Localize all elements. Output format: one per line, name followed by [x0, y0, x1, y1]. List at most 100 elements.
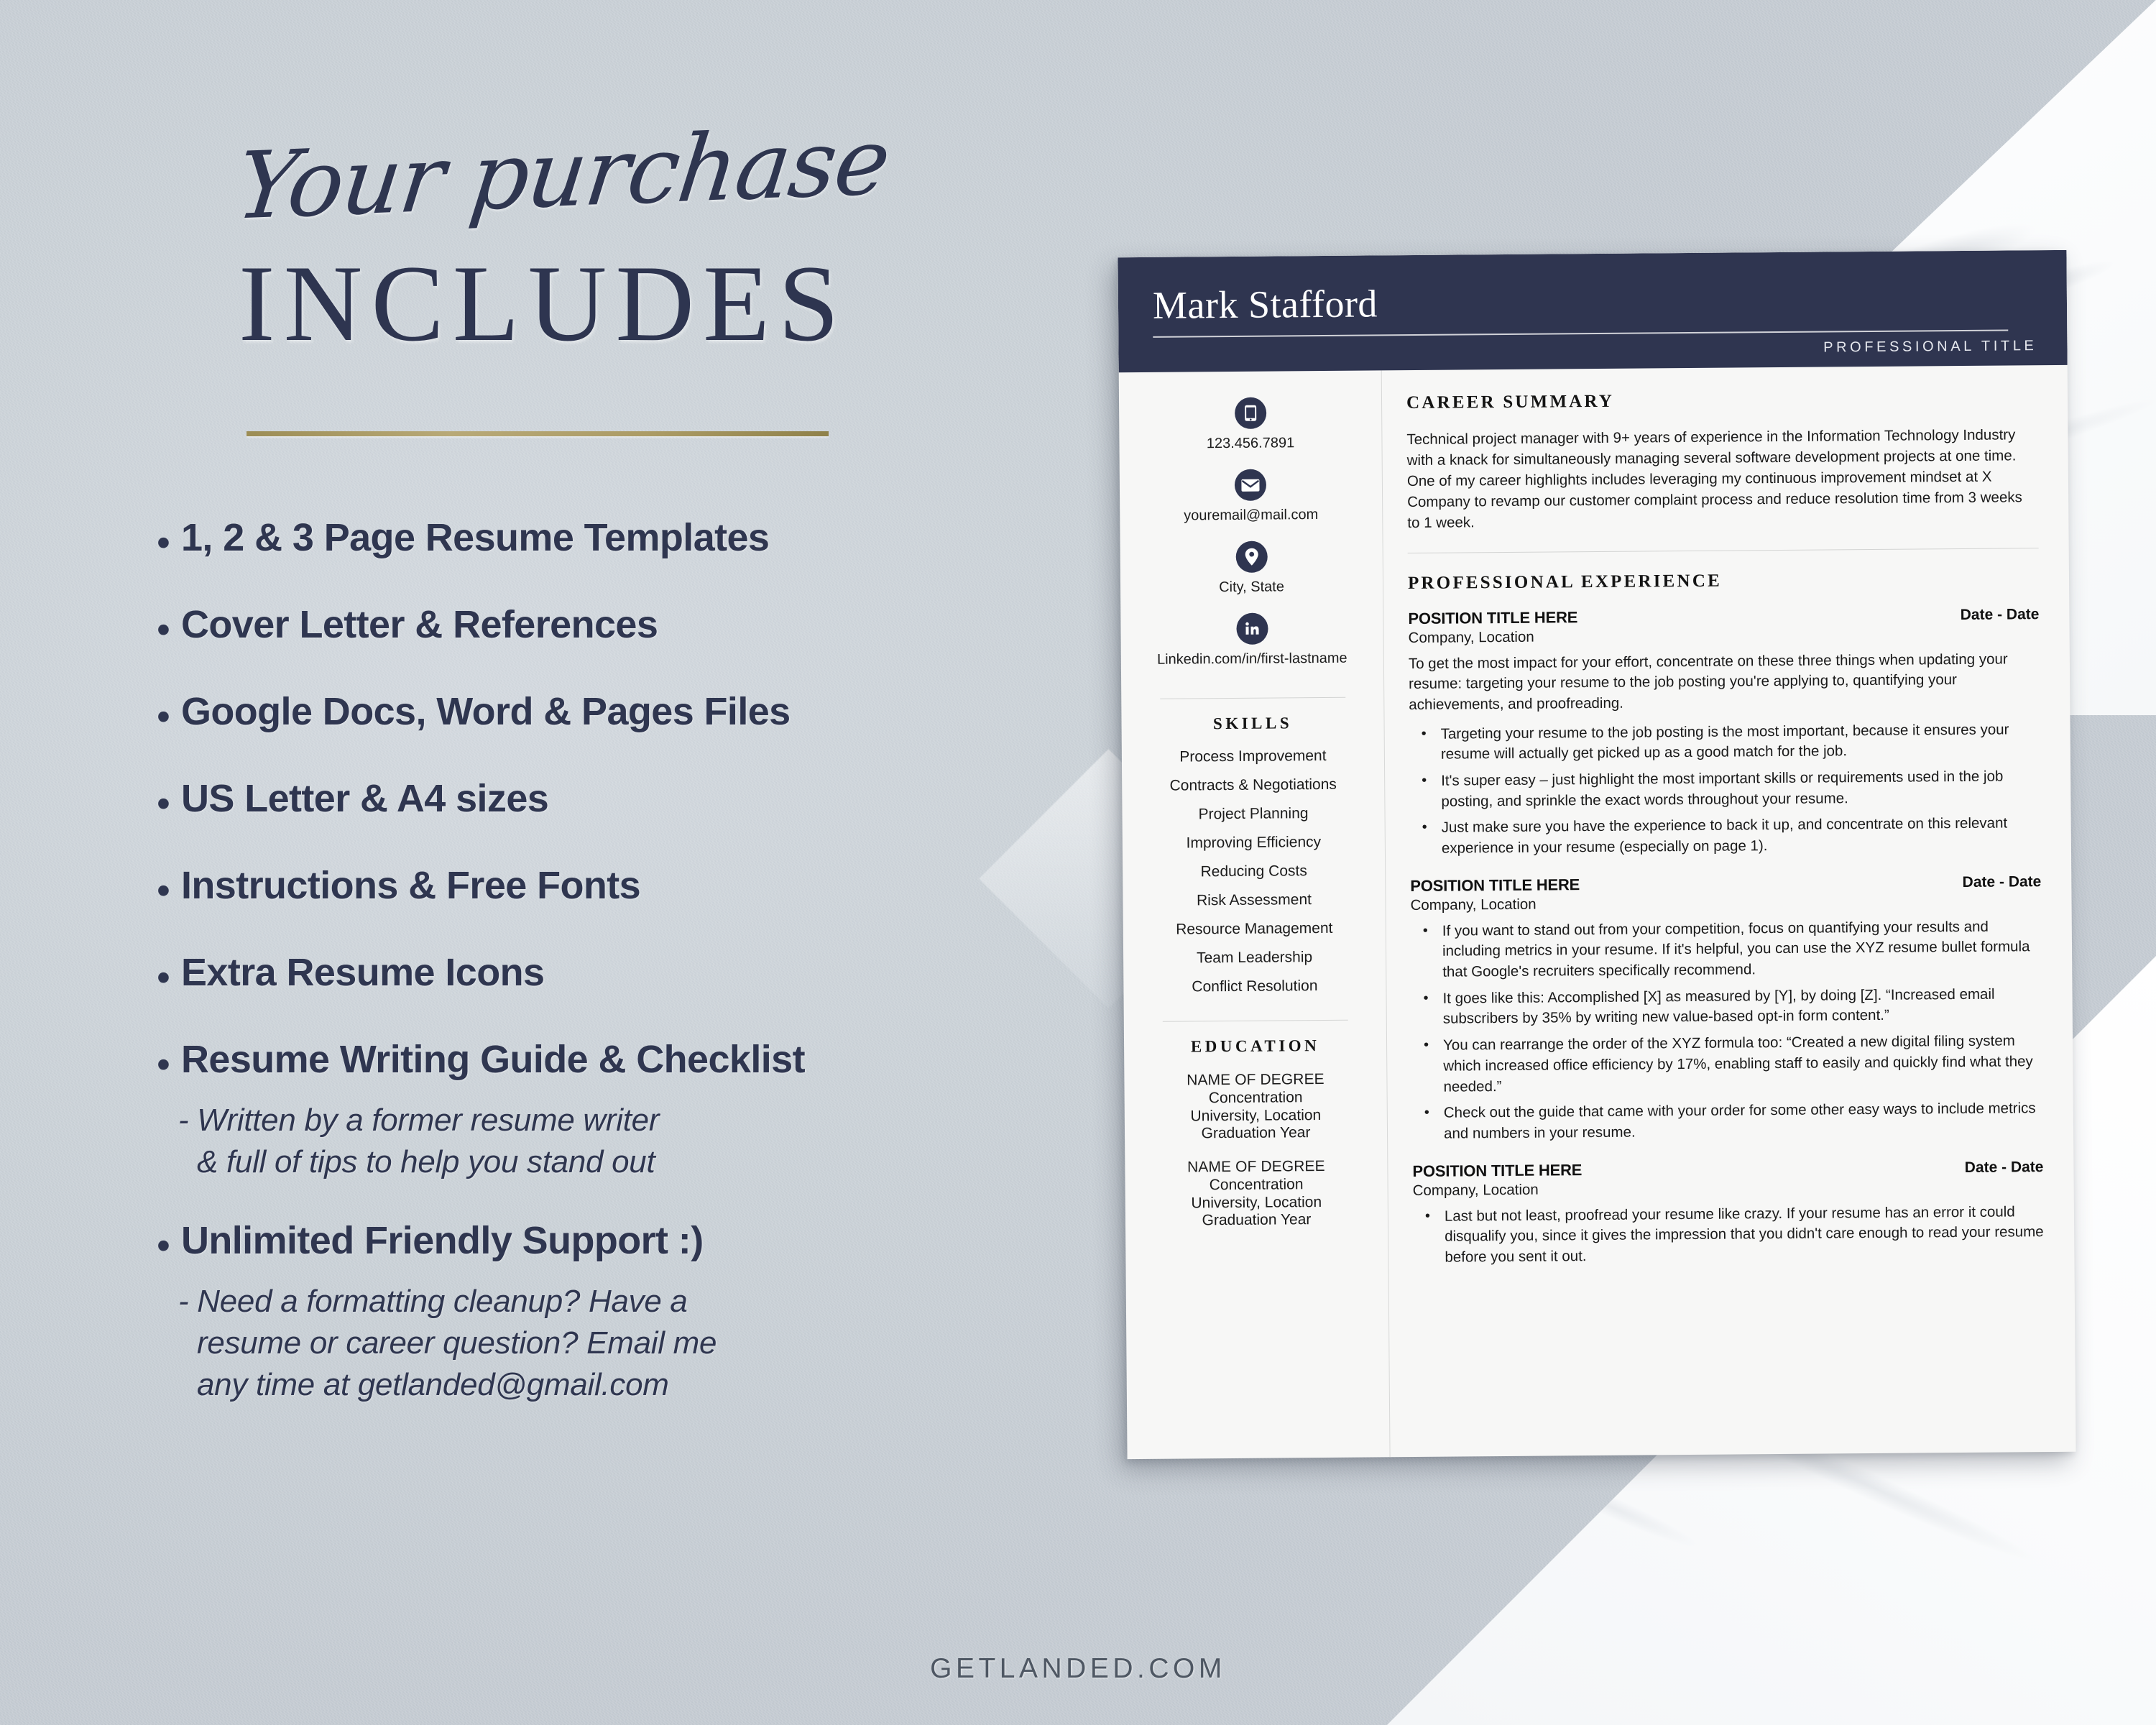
- support-subnote: - Need a formatting cleanup? Have a resu…: [178, 1281, 1062, 1406]
- envelope-icon: [1235, 469, 1267, 501]
- contact-linkedin-text: Linkedin.com/in/first-lastname: [1156, 650, 1348, 668]
- experience-dates: Date - Date: [1962, 873, 2042, 891]
- sidebar-divider: [1159, 696, 1345, 699]
- education-entry: NAME OF DEGREE Concentration University,…: [1187, 1158, 1325, 1230]
- education-year: Graduation Year: [1201, 1124, 1311, 1142]
- support-subnote-line-1: - Need a formatting cleanup? Have a: [178, 1284, 688, 1320]
- skill-item: Team Leadership: [1196, 949, 1313, 967]
- list-item: • Resume Writing Guide & Checklist: [157, 1039, 1062, 1084]
- bullet-icon: •: [157, 782, 170, 825]
- feature-label: Cover Letter & References: [181, 603, 658, 646]
- experience-company: Company, Location: [1408, 628, 1534, 646]
- experience-bullet: Just make sure you have the experience t…: [1410, 814, 2041, 860]
- script-headline: Your purchase: [231, 108, 895, 241]
- experience-position-title: POSITION TITLE HERE: [1408, 607, 1578, 627]
- skill-item: Reducing Costs: [1200, 862, 1307, 880]
- resume-body: 123.456.7891 youremail@mail.com City, St…: [1118, 365, 2076, 1460]
- page-title: INCLUDES: [239, 243, 848, 364]
- promo-panel: Your purchase INCLUDES • 1, 2 & 3 Page R…: [0, 0, 1078, 1725]
- experience-bullet-list: Last but not least, proofread your resum…: [1413, 1202, 2045, 1269]
- skills-heading: SKILLS: [1212, 714, 1293, 733]
- experience-title-row: POSITION TITLE HERE Date - Date: [1410, 872, 2041, 896]
- experience-company: Company, Location: [1410, 896, 1537, 914]
- resume-sidebar: 123.456.7891 youremail@mail.com City, St…: [1118, 370, 1391, 1460]
- experience-bullet: It goes like this: Accomplished [X] as m…: [1411, 984, 2042, 1030]
- list-item: • Unlimited Friendly Support :): [157, 1220, 1062, 1265]
- section-divider: [1407, 547, 2039, 553]
- location-pin-icon: [1235, 540, 1268, 573]
- skill-item: Conflict Resolution: [1192, 978, 1318, 995]
- experience-entry: POSITION TITLE HERE Date - Date Company,…: [1412, 1157, 2044, 1269]
- bullet-icon: •: [157, 1224, 170, 1268]
- resume-header-band: Mark Stafford PROFESSIONAL TITLE: [1118, 249, 2068, 373]
- experience-bullet: You can rearrange the order of the XYZ f…: [1411, 1031, 2043, 1098]
- skill-item: Risk Assessment: [1196, 891, 1312, 909]
- contact-email-text: youremail@mail.com: [1184, 507, 1319, 524]
- experience-bullet: Last but not least, proofread your resum…: [1413, 1202, 2045, 1269]
- feature-label: Instructions & Free Fonts: [181, 864, 641, 907]
- contact-email: youremail@mail.com: [1184, 469, 1319, 535]
- experience-entry: POSITION TITLE HERE Date - Date Company,…: [1410, 872, 2043, 1145]
- skill-item: Project Planning: [1198, 805, 1309, 823]
- career-summary-heading: CAREER SUMMARY: [1406, 391, 1615, 413]
- bullet-icon: •: [157, 1043, 170, 1086]
- education-degree: NAME OF DEGREE: [1187, 1158, 1325, 1176]
- resume-header-rule: [1153, 329, 2009, 338]
- experience-bullet-list: If you want to stand out from your compe…: [1411, 916, 2043, 1145]
- experience-bullet: Targeting your resume to the job posting…: [1409, 719, 2040, 765]
- contact-phone: 123.456.7891: [1206, 397, 1294, 464]
- resume-preview-document: Mark Stafford PROFESSIONAL TITLE 123.456…: [1118, 249, 2076, 1460]
- skill-item: Process Improvement: [1179, 747, 1327, 765]
- education-year: Graduation Year: [1202, 1211, 1312, 1229]
- bullet-icon: •: [157, 608, 170, 651]
- support-subnote-line-2: resume or career question? Email me: [197, 1325, 717, 1361]
- professional-experience-heading: PROFESSIONAL EXPERIENCE: [1407, 571, 1722, 593]
- experience-dates: Date - Date: [1964, 1158, 2044, 1176]
- contact-linkedin: Linkedin.com/in/first-lastname: [1157, 612, 1348, 680]
- list-item: • Instructions & Free Fonts: [157, 865, 1062, 910]
- experience-bullet: Check out the guide that came with your …: [1412, 1098, 2043, 1144]
- resume-main-column: CAREER SUMMARY Technical project manager…: [1382, 365, 2076, 1457]
- list-item: • Google Docs, Word & Pages Files: [157, 691, 1062, 736]
- experience-bullet-list: Targeting your resume to the job posting…: [1409, 719, 2041, 860]
- career-summary-text: Technical project manager with 9+ years …: [1406, 426, 2022, 532]
- bullet-icon: •: [157, 521, 170, 564]
- feature-label: US Letter & A4 sizes: [181, 777, 549, 820]
- phone-icon: [1234, 397, 1266, 429]
- skill-item: Improving Efficiency: [1186, 834, 1322, 852]
- footer-brand-label: GETLANDED.COM: [930, 1653, 1226, 1684]
- contact-location-text: City, State: [1219, 579, 1285, 596]
- linkedin-icon: [1235, 612, 1268, 645]
- feature-label: Unlimited Friendly Support :): [181, 1219, 704, 1263]
- feature-label: Extra Resume Icons: [181, 951, 545, 994]
- support-subnote-line-3: any time at getlanded@gmail.com: [197, 1367, 669, 1403]
- feature-list: • 1, 2 & 3 Page Resume Templates • Cover…: [157, 516, 1062, 1417]
- experience-bullet: If you want to stand out from your compe…: [1411, 916, 2042, 983]
- gold-divider: [247, 431, 829, 436]
- feature-label: 1, 2 & 3 Page Resume Templates: [181, 516, 770, 559]
- list-item: • 1, 2 & 3 Page Resume Templates: [157, 516, 1062, 564]
- experience-dates: Date - Date: [1960, 605, 2040, 623]
- contact-location: City, State: [1219, 540, 1285, 607]
- experience-title-row: POSITION TITLE HERE Date - Date: [1412, 1157, 2043, 1181]
- experience-title-row: POSITION TITLE HERE Date - Date: [1408, 604, 2039, 628]
- sidebar-divider: [1162, 1019, 1348, 1022]
- experience-position-title: POSITION TITLE HERE: [1412, 1160, 1583, 1180]
- resume-professional-title: PROFESSIONAL TITLE: [1823, 338, 2037, 356]
- experience-bullet: It's super easy – just highlight the mos…: [1409, 766, 2040, 812]
- experience-entry: POSITION TITLE HERE Date - Date Company,…: [1408, 604, 2041, 860]
- experience-position-title: POSITION TITLE HERE: [1410, 875, 1580, 895]
- bullet-icon: •: [157, 695, 170, 738]
- education-heading: EDUCATION: [1190, 1036, 1320, 1056]
- education-entry: NAME OF DEGREE Concentration University,…: [1187, 1071, 1325, 1144]
- list-item: • US Letter & A4 sizes: [157, 778, 1062, 823]
- bullet-icon: •: [157, 869, 170, 912]
- feature-label: Resume Writing Guide & Checklist: [181, 1038, 806, 1081]
- skill-item: Resource Management: [1176, 919, 1333, 938]
- skill-item: Contracts & Negotiations: [1169, 776, 1337, 794]
- guide-subnote-line-1: - Written by a former resume writer: [178, 1103, 660, 1138]
- education-university: University, Location: [1191, 1193, 1322, 1212]
- feature-label: Google Docs, Word & Pages Files: [181, 690, 791, 733]
- education-degree: NAME OF DEGREE: [1187, 1070, 1325, 1089]
- list-item: • Cover Letter & References: [157, 604, 1062, 649]
